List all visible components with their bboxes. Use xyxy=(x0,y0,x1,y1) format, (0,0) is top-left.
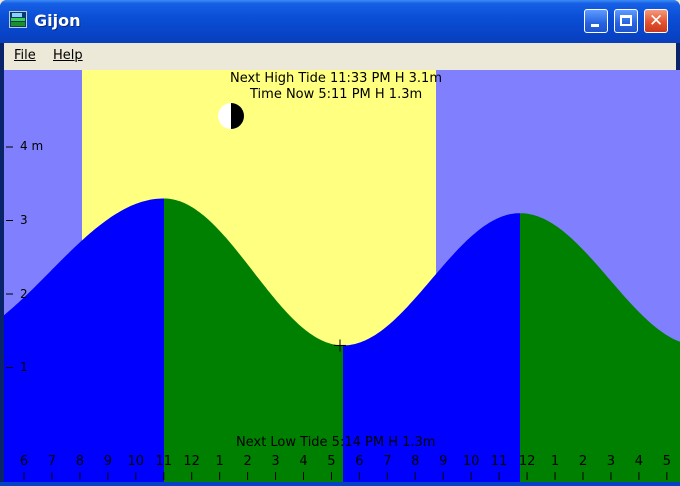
x-tick-label: 10 xyxy=(462,454,480,469)
x-tick-label: 10 xyxy=(127,454,145,469)
x-tick-label: 5 xyxy=(327,454,336,469)
x-tick-label: 12 xyxy=(183,454,200,469)
minimize-icon xyxy=(591,24,599,27)
x-tick-label: 6 xyxy=(355,454,364,469)
x-tick-label: 3 xyxy=(271,454,280,469)
menu-help[interactable]: Help xyxy=(53,48,83,63)
y-tick-label-2: 2 xyxy=(20,287,28,301)
x-tick-label: 2 xyxy=(243,454,252,469)
close-icon: ✕ xyxy=(649,11,664,31)
x-tick-label: 11 xyxy=(155,454,173,469)
maximize-button[interactable] xyxy=(614,9,638,33)
next-low-tide-text: Next Low Tide 5:14 PM H 1.3m xyxy=(236,435,436,450)
x-tick-label: 12 xyxy=(518,454,536,469)
x-tick-label: 6 xyxy=(19,454,29,469)
x-tick-label: 3 xyxy=(606,454,616,469)
maximize-icon xyxy=(620,15,632,26)
app-window: Gijon ✕ File Help Next High Tide 11:33 P… xyxy=(0,0,680,486)
time-now-text: Time Now 5:11 PM H 1.3m xyxy=(250,87,423,102)
y-tick-label-1: 1 xyxy=(20,360,28,374)
x-tick-label: 8 xyxy=(75,454,85,469)
x-tick-label: 7 xyxy=(47,454,57,469)
x-tick-label: 1 xyxy=(215,454,224,469)
tide-app-icon[interactable] xyxy=(9,11,27,28)
x-tick-label: 4 xyxy=(634,454,644,469)
menu-file[interactable]: File xyxy=(14,48,36,63)
y-tick-label-4: 4 m xyxy=(20,139,44,153)
x-tick-label: 5 xyxy=(662,454,671,469)
window-title: Gijon xyxy=(34,11,81,30)
x-tick-label: 9 xyxy=(439,454,448,469)
tide-chart: Next High Tide 11:33 PM H 3.1m Time Now … xyxy=(4,70,680,482)
x-tick-label: 11 xyxy=(490,454,508,469)
next-high-tide-text: Next High Tide 11:33 PM H 3.1m xyxy=(230,71,442,86)
menu-help-label: Help xyxy=(53,48,83,63)
x-tick-label: 9 xyxy=(103,454,112,469)
menu-bar: File Help xyxy=(4,43,676,70)
x-tick-label: 4 xyxy=(299,454,308,469)
x-tick-label: 7 xyxy=(383,454,392,469)
x-tick-label: 1 xyxy=(550,454,560,469)
x-tick-label: 8 xyxy=(411,454,420,469)
minimize-button[interactable] xyxy=(584,9,608,33)
x-tick-label: 2 xyxy=(578,454,588,469)
y-tick-label-3: 3 xyxy=(20,213,28,227)
rising-tide-area-1 xyxy=(4,198,164,482)
tide-chart-svg xyxy=(4,70,680,482)
title-bar[interactable]: Gijon ✕ xyxy=(0,0,680,43)
falling-tide-area-2 xyxy=(520,213,680,482)
window-bottom-border xyxy=(0,482,680,486)
menu-file-label: File xyxy=(14,48,36,63)
close-button[interactable]: ✕ xyxy=(644,9,668,33)
